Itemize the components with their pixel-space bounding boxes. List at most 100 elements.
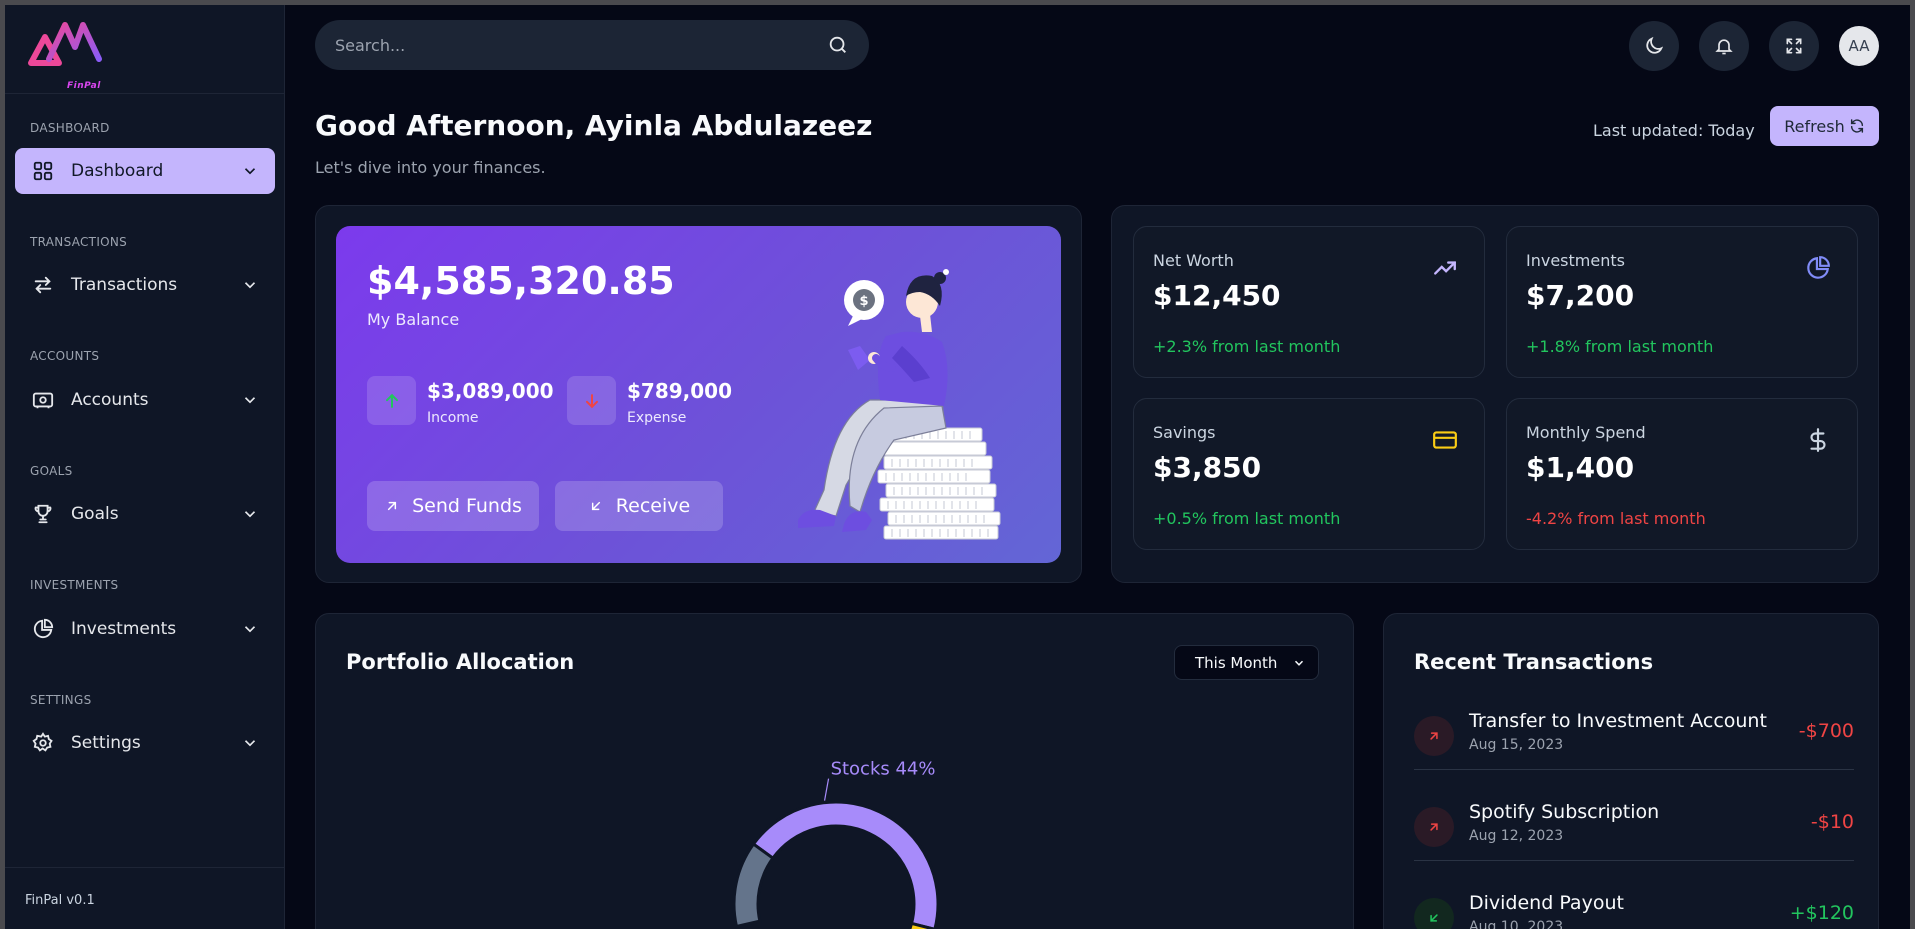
arrow-up-right-icon [1430,823,1438,831]
portfolio-panel: Portfolio Allocation This Month Stocks 4… [315,613,1354,929]
search-input[interactable] [335,35,827,55]
fullscreen-button[interactable] [1769,21,1819,71]
stat-label: Net Worth [1153,251,1234,270]
expense-amount: $789,000 [627,379,733,403]
page-subtitle: Let's dive into your finances. [315,158,546,177]
wallet-icon [31,388,55,412]
pie-chart-icon [1807,256,1830,279]
page-title: Good Afternoon, Ayinla Abdulazeez [315,109,873,142]
sidebar-item-goals[interactable]: Goals [15,491,275,537]
balance-label: My Balance [367,310,460,329]
svg-text:$: $ [859,294,868,309]
receive-button[interactable]: Receive [555,481,723,531]
transaction-amount: -$10 [1810,811,1854,833]
arrows-exchange-icon [31,273,55,297]
divider [1414,769,1854,770]
last-updated-text: Last updated: Today [1593,121,1755,140]
bell-icon [1715,39,1733,55]
stat-card-investments[interactable]: Investments $7,200 +1.8% from last month [1506,226,1858,378]
gear-icon [31,731,55,755]
income-label: Income [427,410,479,426]
sidebar-item-label: Settings [71,733,141,753]
donut-slice-stocks[interactable] [751,800,940,929]
section-label-transactions: TRANSACTIONS [30,235,128,249]
search-icon[interactable] [827,34,849,56]
send-funds-button[interactable]: Send Funds [367,481,539,531]
stat-card-monthly-spend[interactable]: Monthly Spend $1,400 -4.2% from last mon… [1506,398,1858,550]
expand-icon [1786,38,1802,54]
divider [1414,860,1854,861]
divider [5,867,285,868]
donut-leader-line [823,778,830,801]
transaction-row[interactable]: Spotify Subscription Aug 12, 2023 -$10 [1414,791,1854,861]
balance-amount: $4,585,320.85 [367,259,675,303]
donut-label-stocks: Stocks 44% [831,759,936,780]
send-funds-label: Send Funds [412,495,522,517]
refresh-icon [1850,119,1863,133]
income-amount: $3,089,000 [427,379,554,403]
transaction-icon [1414,898,1454,929]
app-window: FinPal DASHBOARD Dashboard TRANSACTIONS … [5,5,1910,929]
sidebar-item-accounts[interactable]: Accounts [15,377,275,423]
sidebar-item-investments[interactable]: Investments [15,606,275,652]
arrow-up-right-icon [388,501,397,511]
notifications-button[interactable] [1699,21,1749,71]
search-bar[interactable] [315,20,869,70]
transaction-name: Dividend Payout [1469,892,1624,914]
transaction-row[interactable]: Dividend Payout Aug 10, 2023 +$120 [1414,882,1854,929]
refresh-button[interactable]: Refresh [1770,106,1879,146]
sidebar-item-transactions[interactable]: Transactions [15,262,275,308]
transaction-amount: +$120 [1789,902,1854,924]
chevron-down-icon [244,168,256,175]
portfolio-donut-chart: Stocks 44% [732,759,940,929]
section-label-accounts: ACCOUNTS [30,349,100,363]
transaction-row[interactable]: Transfer to Investment Account Aug 15, 2… [1414,700,1854,770]
person-on-coins-illustration: $ [798,269,1001,540]
stat-delta: +2.3% from last month [1153,337,1341,356]
transaction-name: Spotify Subscription [1469,801,1660,823]
transaction-name: Transfer to Investment Account [1469,710,1767,732]
stat-label: Investments [1526,251,1625,270]
section-label-goals: GOALS [30,464,73,478]
transaction-icon [1414,807,1454,847]
stat-card-net-worth[interactable]: Net Worth $12,450 +2.3% from last month [1133,226,1485,378]
pie-chart-icon [31,617,55,641]
stat-value: $7,200 [1526,279,1635,312]
section-label-dashboard: DASHBOARD [30,121,110,135]
transactions-title: Recent Transactions [1414,650,1654,674]
sidebar-item-label: Accounts [71,390,149,410]
sidebar-item-label: Investments [71,619,177,639]
income-icon-box [367,376,416,425]
sidebar-item-label: Transactions [71,275,178,295]
donut-slice[interactable] [732,841,775,929]
expense-icon-box [567,376,616,425]
credit-card-icon [1433,431,1457,449]
theme-toggle-button[interactable] [1629,21,1679,71]
transaction-date: Aug 15, 2023 [1469,737,1564,753]
transaction-date: Aug 10, 2023 [1469,919,1564,929]
sidebar-item-label: Goals [71,504,119,524]
sidebar-item-label: Dashboard [71,161,164,181]
recent-transactions-panel: Recent Transactions Transfer to Investme… [1383,613,1879,929]
arrow-down-left-icon [591,501,600,511]
arrow-down-icon [585,393,598,408]
transaction-icon [1414,716,1454,756]
stat-card-savings[interactable]: Savings $3,850 +0.5% from last month [1133,398,1485,550]
chevron-down-icon [244,626,256,633]
sidebar: FinPal DASHBOARD Dashboard TRANSACTIONS … [5,5,285,929]
arrow-up-right-icon [1430,732,1438,740]
moon-icon [1646,36,1664,54]
expense-label: Expense [627,410,687,426]
sidebar-item-settings[interactable]: Settings [15,720,275,766]
balance-card: $4,585,320.85 My Balance $3,089,000 Inco… [336,226,1061,563]
avatar[interactable]: AA [1839,26,1879,66]
dollar-icon [1810,428,1826,452]
app-version: FinPal v0.1 [25,893,95,908]
sidebar-item-dashboard[interactable]: Dashboard [15,148,275,194]
finpal-logo[interactable]: FinPal [27,19,107,91]
stat-value: $1,400 [1526,451,1635,484]
chevron-down-icon [244,282,256,289]
transaction-date: Aug 12, 2023 [1469,828,1564,844]
stat-delta: +0.5% from last month [1153,509,1341,528]
stat-delta: +1.8% from last month [1526,337,1714,356]
